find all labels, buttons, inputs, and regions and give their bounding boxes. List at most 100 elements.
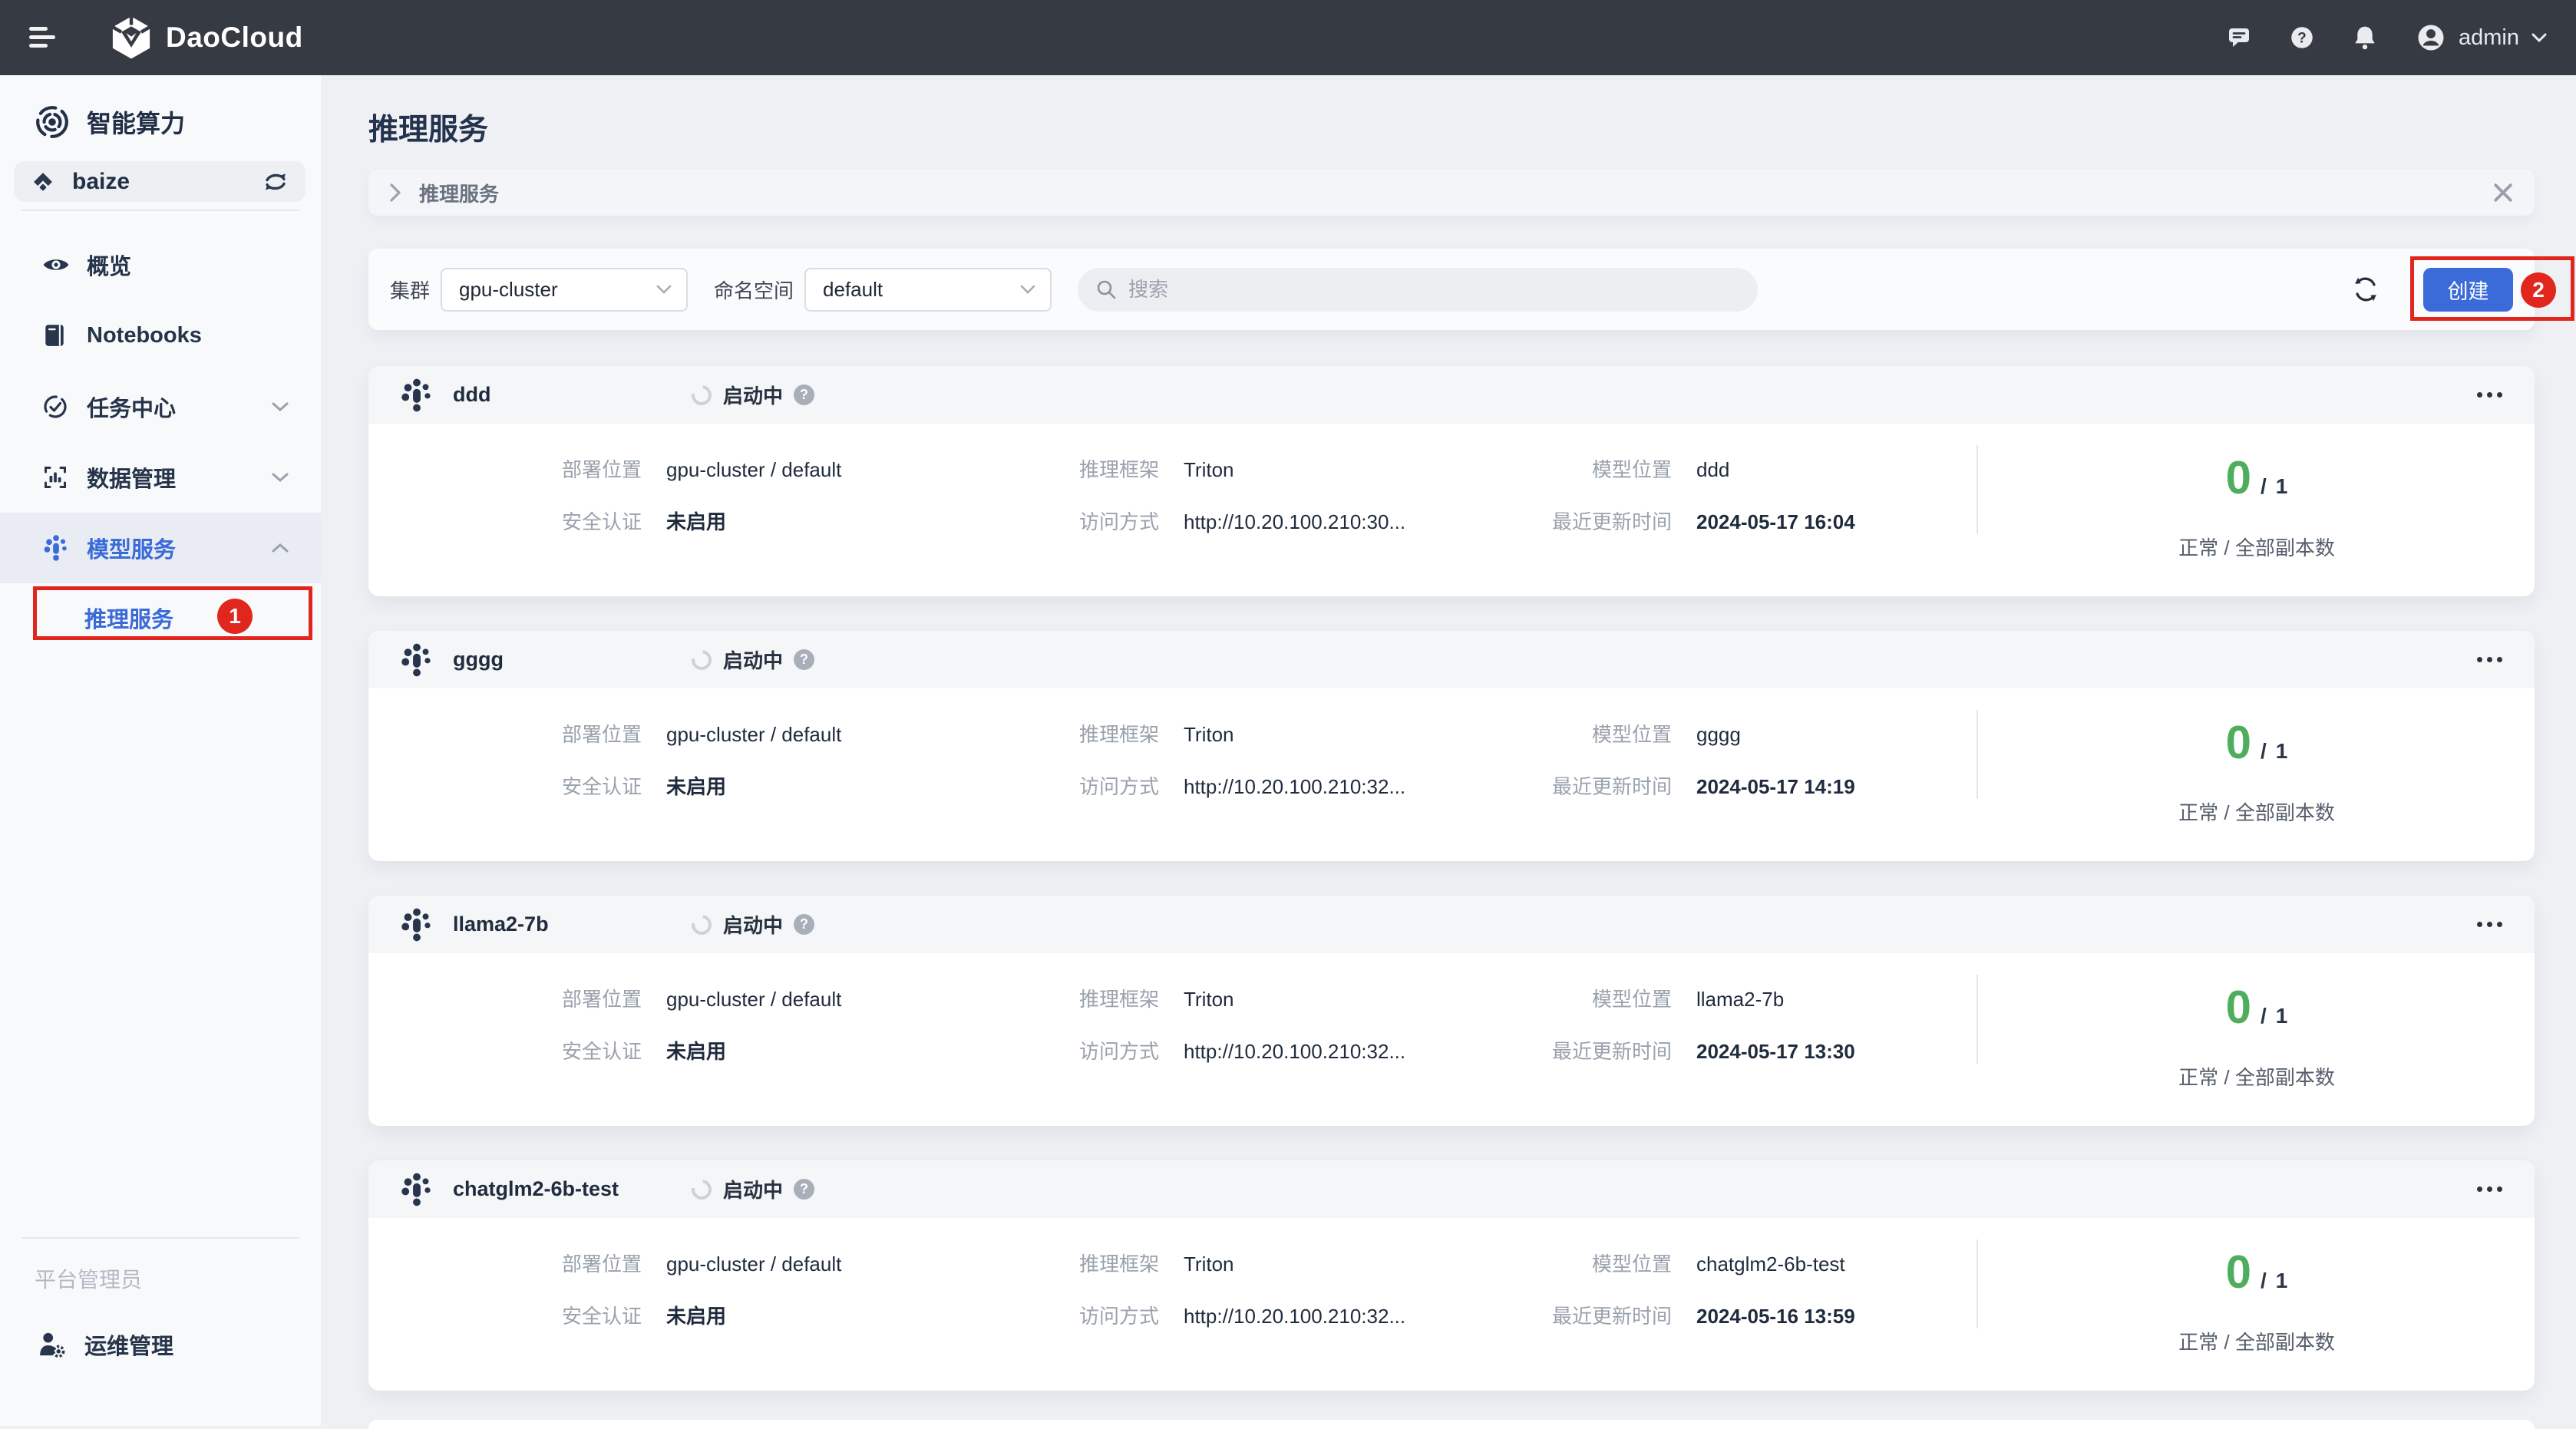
model-location-value: chatglm2-6b-test [1696, 1250, 1845, 1278]
framework-value: Triton [1184, 456, 1234, 483]
chevron-right-icon[interactable] [388, 182, 402, 203]
service-status: 启动中 ? [692, 910, 814, 939]
namespace-label: 命名空间 [714, 276, 794, 304]
avatar-icon [2414, 21, 2448, 54]
loading-spinner-icon [688, 381, 715, 408]
chevron-down-icon [656, 284, 672, 295]
ready-replicas: 0 [2226, 984, 2251, 1031]
sidebar-item-notebooks[interactable]: Notebooks [0, 300, 321, 371]
model-location-value: gggg [1696, 721, 1741, 748]
access-label: 访问方式 [906, 1038, 1159, 1065]
status-help-icon[interactable]: ? [794, 649, 814, 670]
more-actions-button[interactable] [2475, 914, 2504, 935]
sidebar-item-task-center[interactable]: 任务中心 [0, 371, 321, 442]
topbar: DaoCloud ? [0, 0, 2576, 75]
model-location-value: llama2-7b [1696, 985, 1784, 1013]
help-icon[interactable]: ? [2288, 24, 2316, 51]
cluster-select[interactable]: gpu-cluster [441, 268, 688, 312]
service-name[interactable]: chatglm2-6b-test [453, 1177, 619, 1201]
more-actions-button[interactable] [2475, 384, 2504, 405]
chevron-down-icon [270, 471, 290, 483]
service-card[interactable]: gggg 启动中 ? 部署位置 gpu-cluster / default 安全… [368, 631, 2535, 861]
access-label: 访问方式 [906, 508, 1159, 536]
refresh-icon[interactable] [2350, 274, 2381, 305]
access-value: http://10.20.100.210:32... [1184, 1302, 1405, 1330]
chevron-up-icon [270, 542, 290, 554]
deploy-location-label: 部署位置 [399, 1250, 642, 1278]
sidebar-item-data-management[interactable]: 数据管理 [0, 442, 321, 513]
service-name[interactable]: llama2-7b [453, 913, 549, 936]
close-icon[interactable] [2493, 183, 2513, 203]
service-card-header: chatglm2-6b-test 启动中 ? [368, 1160, 2535, 1218]
framework-value: Triton [1184, 721, 1234, 748]
workspace-selector[interactable]: baize [14, 161, 305, 202]
framework-value: Triton [1184, 985, 1234, 1013]
auth-label: 安全认证 [399, 1302, 642, 1330]
service-card[interactable]: llama2-7b 启动中 ? 部署位置 gpu-cluster / defau… [368, 896, 2535, 1126]
service-cluster-icon [399, 642, 434, 678]
updated-value: 2024-05-17 16:04 [1696, 508, 1855, 536]
create-button[interactable]: 创建 [2423, 268, 2513, 312]
replica-summary: 0 / 1 正常 / 全部副本数 [2011, 424, 2502, 561]
replica-separator: / [2261, 1269, 2267, 1293]
status-text: 启动中 [723, 910, 783, 939]
service-cluster-icon [399, 907, 434, 942]
service-name[interactable]: ddd [453, 383, 490, 407]
chevron-down-icon [1019, 284, 1036, 295]
model-location-value: ddd [1696, 456, 1729, 483]
replica-summary: 0 / 1 正常 / 全部副本数 [2011, 1218, 2502, 1355]
search-input[interactable] [1128, 278, 1712, 302]
status-help-icon[interactable]: ? [794, 914, 814, 935]
status-help-icon[interactable]: ? [794, 384, 814, 405]
auth-value: 未启用 [666, 508, 726, 536]
loading-spinner-icon [688, 910, 715, 938]
service-card[interactable]: ddd 启动中 ? 部署位置 gpu-cluster / default 安全认… [368, 366, 2535, 596]
loading-spinner-icon [688, 645, 715, 673]
framework-label: 推理框架 [906, 456, 1159, 483]
status-help-icon[interactable]: ? [794, 1179, 814, 1200]
service-name[interactable]: gggg [453, 648, 504, 672]
replica-separator: / [2261, 739, 2267, 764]
more-actions-button[interactable] [2475, 649, 2504, 670]
model-service-icon [42, 534, 68, 562]
more-actions-button[interactable] [2475, 1179, 2504, 1200]
sidebar: 智能算力 baize [0, 75, 321, 1426]
tab-inference-services[interactable]: 推理服务 [419, 179, 499, 207]
service-card-header: gggg 启动中 ? [368, 631, 2535, 688]
service-card-list: ddd 启动中 ? 部署位置 gpu-cluster / default 安全认… [368, 366, 2535, 1391]
replica-caption: 正常 / 全部副本数 [2011, 533, 2502, 561]
updated-label: 最近更新时间 [1428, 508, 1672, 536]
menu-toggle-icon[interactable] [29, 26, 57, 49]
ready-replicas: 0 [2226, 454, 2251, 502]
auth-label: 安全认证 [399, 773, 642, 800]
sidebar-item-ops-management[interactable]: 运维管理 [0, 1309, 321, 1380]
access-value: http://10.20.100.210:30... [1184, 508, 1405, 536]
replica-caption: 正常 / 全部副本数 [2011, 797, 2502, 826]
workspace-name: baize [72, 169, 130, 195]
auth-label: 安全认证 [399, 508, 642, 536]
deploy-location-value: gpu-cluster / default [666, 985, 841, 1013]
status-text: 启动中 [723, 645, 783, 674]
sidebar-footer-divider [21, 1237, 299, 1239]
sidebar-item-inference-services[interactable]: 推理服务 [0, 582, 321, 653]
ops-user-gear-icon [37, 1331, 68, 1358]
notifications-bell-icon[interactable] [2351, 23, 2379, 52]
module-label: 智能算力 [87, 104, 185, 140]
sidebar-item-overview[interactable]: 概览 [0, 229, 321, 300]
service-card-body: 部署位置 gpu-cluster / default 安全认证 未启用 推理框架… [368, 953, 2535, 1126]
service-card[interactable]: chatglm2-6b-test 启动中 ? 部署位置 gpu-cluster … [368, 1160, 2535, 1391]
workspace-switch-icon[interactable] [263, 170, 289, 193]
service-status: 启动中 ? [692, 381, 814, 409]
total-replicas: 1 [2276, 474, 2288, 499]
user-menu[interactable]: admin [2414, 21, 2548, 54]
namespace-select[interactable]: default [804, 268, 1052, 312]
replica-divider [1977, 445, 1978, 534]
sidebar-item-model-services[interactable]: 模型服务 [0, 513, 321, 583]
next-card-partial [368, 1420, 2535, 1429]
replica-caption: 正常 / 全部副本数 [2011, 1327, 2502, 1355]
messages-icon[interactable] [2225, 25, 2253, 51]
updated-value: 2024-05-16 13:59 [1696, 1302, 1855, 1330]
status-text: 启动中 [723, 381, 783, 409]
platform-role-label: 平台管理员 [35, 1263, 142, 1294]
access-value: http://10.20.100.210:32... [1184, 1038, 1405, 1065]
